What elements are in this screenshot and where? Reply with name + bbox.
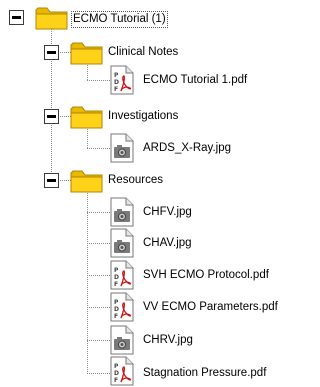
- tree-node-label-file[interactable]: SVH ECMO Protocol.pdf: [141, 268, 271, 283]
- tree-connector: [87, 212, 110, 213]
- tree-node-label-file[interactable]: Stagnation Pressure.pdf: [141, 366, 268, 381]
- svg-text:F: F: [114, 313, 118, 320]
- svg-text:P: P: [114, 72, 119, 79]
- collapse-toggle-clinical-notes[interactable]: [44, 45, 59, 60]
- collapse-toggle-resources[interactable]: [44, 173, 59, 188]
- collapse-toggle-root[interactable]: [9, 10, 24, 25]
- file-tree: ECMO Tutorial (1) Clinical Notes P D F E…: [0, 0, 290, 387]
- tree-connector: [87, 188, 88, 374]
- minus-icon: [47, 115, 56, 118]
- svg-text:D: D: [114, 79, 119, 86]
- collapse-toggle-investigations[interactable]: [44, 109, 59, 124]
- folder-icon: [70, 106, 103, 129]
- tree-node-label-file[interactable]: CHRV.jpg: [141, 333, 195, 348]
- svg-text:F: F: [114, 377, 118, 384]
- tree-node-label-file[interactable]: ECMO Tutorial 1.pdf: [141, 73, 249, 88]
- image-file-icon[interactable]: [110, 325, 134, 355]
- tree-node-label-file[interactable]: CHFV.jpg: [141, 205, 194, 220]
- image-file-icon[interactable]: [110, 228, 134, 258]
- tree-node-label-file[interactable]: CHAV.jpg: [141, 236, 194, 251]
- pdf-file-icon[interactable]: P D F: [110, 292, 134, 322]
- tree-connector: [87, 373, 110, 374]
- svg-text:P: P: [114, 267, 119, 274]
- pdf-file-icon[interactable]: P D F: [110, 260, 134, 290]
- tree-node-label-file[interactable]: ARDS_X-Ray.jpg: [141, 141, 233, 156]
- minus-icon: [47, 179, 56, 182]
- tree-connector: [87, 148, 110, 149]
- tree-node-label-clinical-notes[interactable]: Clinical Notes: [106, 45, 180, 60]
- svg-text:D: D: [114, 370, 119, 377]
- image-file-icon[interactable]: [110, 197, 134, 227]
- pdf-file-icon[interactable]: P D F: [110, 65, 134, 95]
- svg-text:D: D: [114, 306, 119, 313]
- image-file-icon[interactable]: [110, 133, 134, 163]
- svg-text:F: F: [114, 86, 118, 93]
- svg-text:P: P: [114, 299, 119, 306]
- tree-connector: [87, 80, 110, 81]
- minus-icon: [47, 51, 56, 54]
- svg-text:F: F: [114, 281, 118, 288]
- folder-icon: [35, 7, 68, 30]
- folder-icon: [70, 170, 103, 193]
- tree-node-label-resources[interactable]: Resources: [106, 173, 165, 188]
- pdf-file-icon[interactable]: P D F: [110, 356, 134, 386]
- svg-text:P: P: [114, 363, 119, 370]
- tree-node-label-file[interactable]: VV ECMO Parameters.pdf: [141, 300, 280, 315]
- tree-connector: [87, 340, 110, 341]
- svg-text:D: D: [114, 274, 119, 281]
- tree-connector: [87, 275, 110, 276]
- tree-connector: [87, 307, 110, 308]
- folder-icon: [70, 42, 103, 65]
- tree-node-label-root[interactable]: ECMO Tutorial (1): [71, 11, 168, 28]
- tree-node-label-investigations[interactable]: Investigations: [106, 109, 180, 124]
- minus-icon: [12, 16, 21, 19]
- tree-connector: [87, 243, 110, 244]
